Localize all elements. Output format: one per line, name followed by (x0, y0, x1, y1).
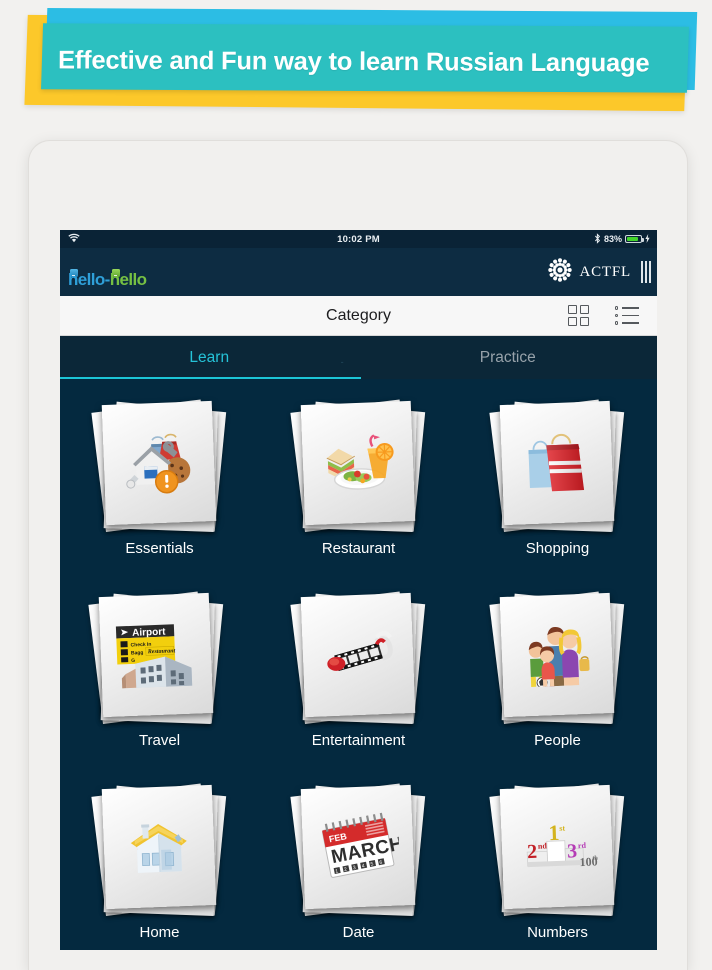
house-icon (101, 785, 216, 909)
app-screen: 10:02 PM 83% hello-hello ACTFL Category … (60, 230, 657, 950)
family-icon (499, 593, 614, 717)
battery-icon (625, 235, 644, 243)
category-label: Home (139, 924, 180, 941)
svg-text:3: 3 (566, 840, 577, 862)
tab-marker: - (340, 357, 344, 367)
tab-practice[interactable]: Practice (359, 336, 658, 379)
category-item-travel[interactable]: Airport Check In Bagg G Restaurant Trave… (60, 585, 259, 777)
app-logo[interactable]: hello-hello (68, 270, 147, 290)
status-time: 10:02 PM (337, 233, 380, 245)
category-label: Shopping (525, 540, 590, 557)
tab-bar: Learn Practice - (60, 336, 657, 379)
card-stack (289, 393, 427, 533)
svg-text:1: 1 (547, 820, 559, 845)
svg-text:rd: rd (577, 841, 586, 850)
svg-text:G: G (131, 658, 135, 664)
three-bars-icon[interactable] (641, 261, 651, 283)
logo-text-part1: hello (68, 270, 105, 289)
page-title: Category (326, 306, 391, 324)
view-toggle-group (567, 305, 639, 326)
film-strip-icon (300, 593, 415, 717)
status-bar: 10:02 PM 83% (60, 230, 657, 248)
battery-percent: 83% (603, 234, 622, 244)
svg-text:Restaurant: Restaurant (146, 648, 175, 655)
card-stack (90, 777, 228, 917)
podium-numbers-icon: 1 st 2 nd 3 rd 100 th (499, 785, 614, 909)
category-item-date[interactable]: FEB MARCH 1 2 3 4 5 6 Date (259, 777, 458, 950)
category-label: Numbers (527, 924, 588, 941)
category-label: Restaurant (321, 540, 396, 557)
category-label: Essentials (125, 540, 194, 557)
promo-banner: Effective and Fun way to learn Russian L… (0, 0, 712, 125)
category-label: Travel (138, 732, 181, 749)
partner-logo[interactable]: ACTFL (547, 257, 631, 288)
category-label: Date (342, 924, 375, 941)
card-stack: 1 st 2 nd 3 rd 100 th (488, 777, 626, 917)
svg-text:nd: nd (537, 841, 547, 850)
essentials-icon (101, 401, 216, 525)
card-stack (488, 585, 626, 725)
svg-text:Bagg: Bagg (130, 650, 143, 656)
svg-text:st: st (559, 824, 565, 833)
category-grid: Essentials Restaurant Shopping Airport C… (60, 379, 657, 950)
svg-text:2: 2 (526, 841, 537, 863)
banner-headline: Effective and Fun way to learn Russian L… (57, 45, 650, 77)
nav-bar: Category (60, 296, 657, 336)
brand-bar: hello-hello ACTFL (60, 248, 657, 296)
airport-icon: Airport Check In Bagg G Restaurant (98, 593, 213, 717)
category-item-shopping[interactable]: Shopping (458, 393, 657, 585)
partner-name: ACTFL (579, 263, 631, 280)
shopping-bags-icon (499, 401, 614, 525)
logo-text-part2: hello (109, 270, 147, 289)
card-stack (289, 585, 427, 725)
restaurant-icon (300, 401, 415, 525)
starburst-icon (547, 257, 573, 288)
category-item-restaurant[interactable]: Restaurant (259, 393, 458, 585)
card-stack: FEB MARCH 1 2 3 4 5 6 (289, 777, 427, 917)
tab-learn[interactable]: Learn (60, 336, 359, 379)
list-view-icon[interactable] (614, 306, 639, 325)
card-stack (488, 393, 626, 533)
category-label: People (534, 732, 581, 749)
charging-bolt-icon (645, 233, 650, 245)
svg-text:th: th (592, 855, 598, 861)
category-item-essentials[interactable]: Essentials (60, 393, 259, 585)
bluetooth-icon (594, 232, 601, 246)
category-item-home[interactable]: Home (60, 777, 259, 950)
category-label: Entertainment (311, 732, 406, 749)
calendar-icon: FEB MARCH 1 2 3 4 5 6 (300, 785, 415, 909)
card-stack (90, 393, 228, 533)
category-item-entertainment[interactable]: Entertainment (259, 585, 458, 777)
category-item-numbers[interactable]: 1 st 2 nd 3 rd 100 th Numbers (458, 777, 657, 950)
card-stack: Airport Check In Bagg G Restaurant (87, 585, 225, 725)
grid-view-icon[interactable] (567, 305, 589, 326)
status-right: 83% (594, 232, 650, 246)
category-item-people[interactable]: People (458, 585, 657, 777)
